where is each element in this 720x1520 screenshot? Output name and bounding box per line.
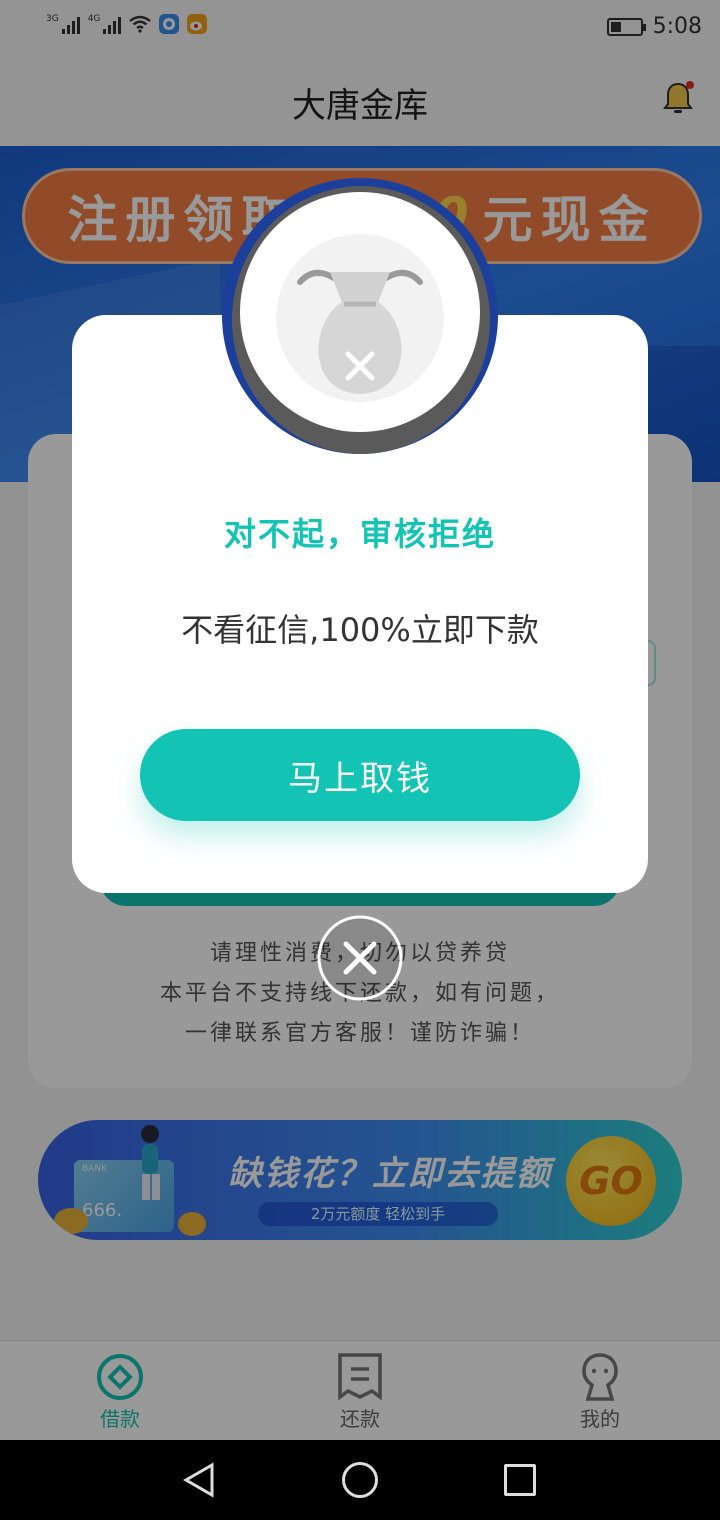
get-money-button[interactable]: 马上取钱 (140, 729, 580, 821)
badge (240, 192, 480, 432)
system-nav-bar (0, 1440, 720, 1520)
close-icon[interactable] (316, 914, 404, 1002)
home-icon[interactable] (342, 1462, 378, 1498)
dialog-title: 对不起，审核拒绝 (223, 515, 496, 553)
recent-apps-icon[interactable] (504, 1464, 536, 1496)
dialog-message: 不看征信,100%立即下款 (181, 611, 539, 649)
back-icon[interactable] (182, 1462, 218, 1498)
money-bag-rejected-icon (297, 269, 423, 394)
